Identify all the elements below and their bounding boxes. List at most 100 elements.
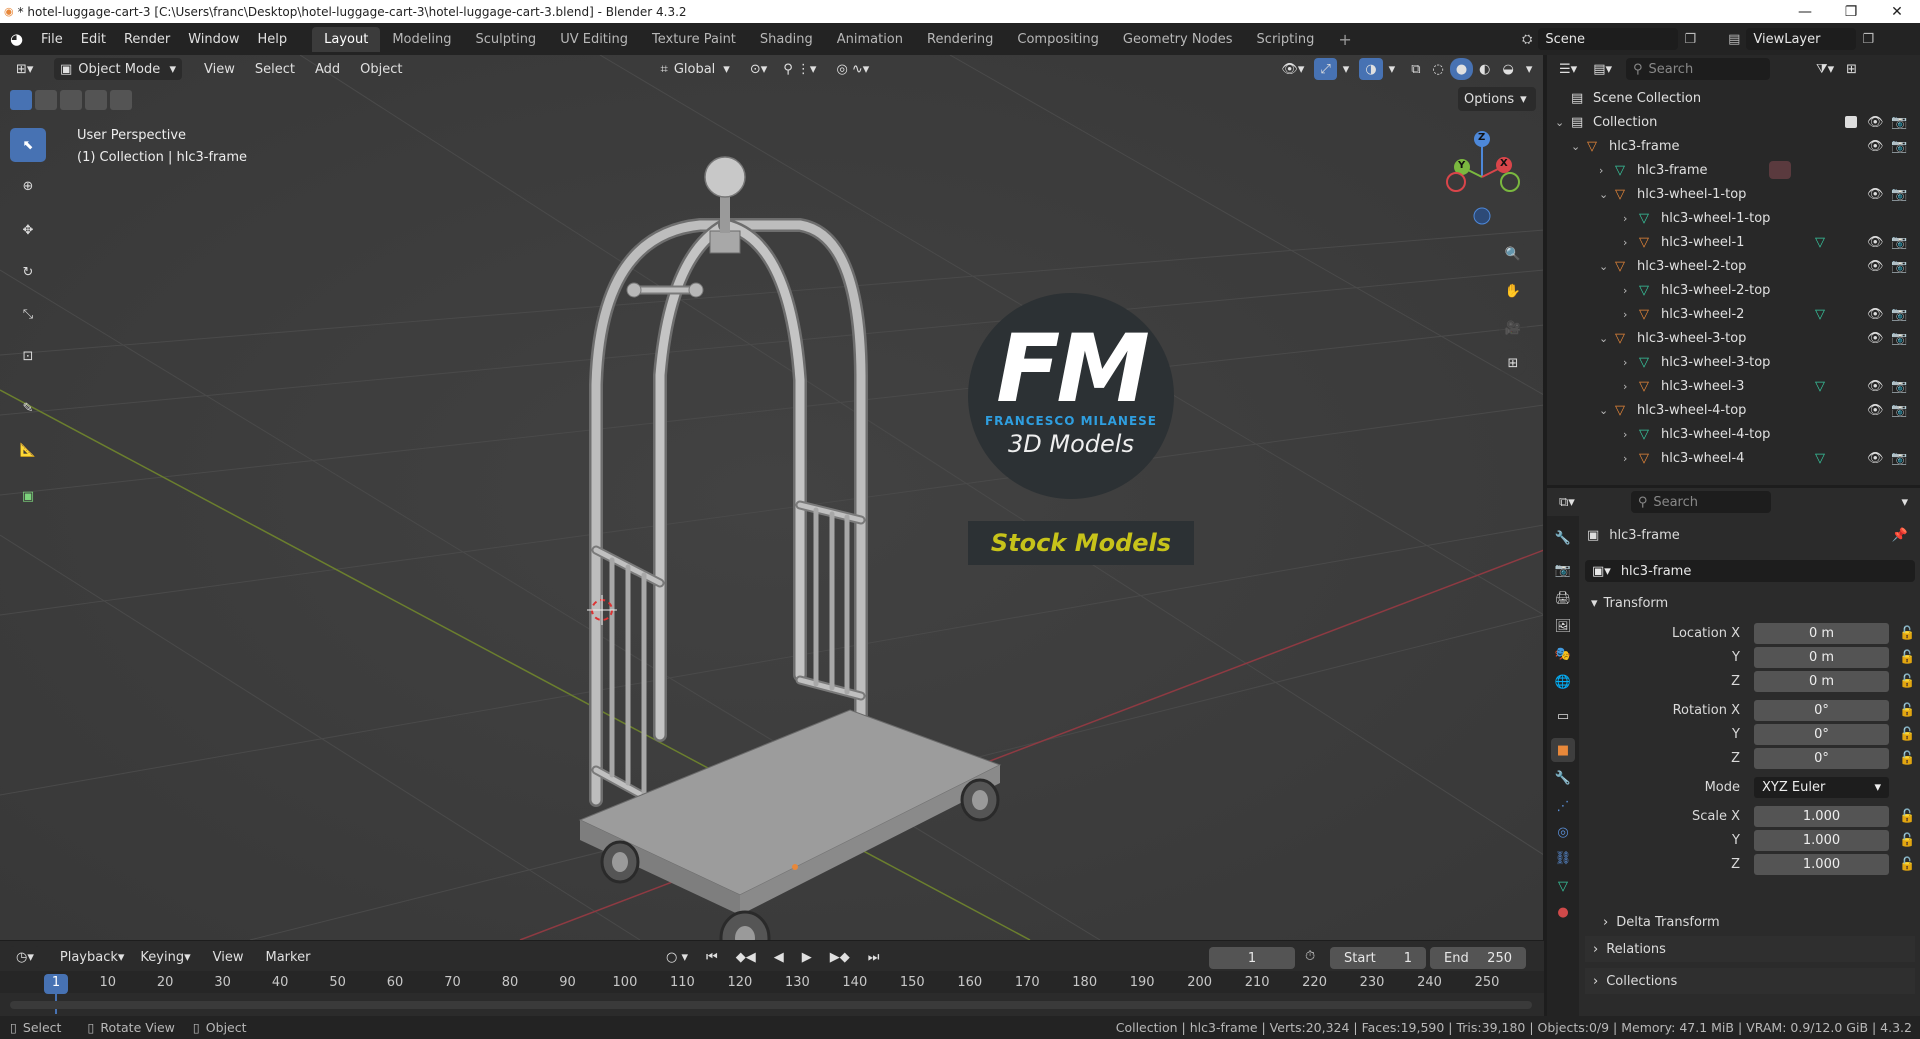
object-mode-dropdown[interactable]: ▣ Object Mode ▾ — [54, 58, 182, 80]
exclude-checkbox[interactable] — [1845, 116, 1857, 128]
tab-geometry-nodes[interactable]: Geometry Nodes — [1111, 27, 1245, 52]
tool-tab-icon[interactable]: 🔧 — [1551, 526, 1575, 550]
location-x-field[interactable]: 0 m — [1754, 622, 1889, 644]
render-camera-icon[interactable]: 📷 — [1891, 139, 1907, 154]
display-mode-icon[interactable]: ▤▾ — [1587, 58, 1618, 80]
properties-search-input[interactable]: ⚲ Search — [1630, 491, 1771, 513]
outliner-row[interactable]: ▤ Scene Collection — [1547, 86, 1920, 110]
scene-field[interactable]: Scene — [1538, 28, 1679, 50]
properties-options-icon[interactable]: ▾ — [1895, 491, 1914, 513]
render-camera-icon[interactable]: 📷 — [1891, 307, 1907, 322]
render-camera-icon[interactable]: 📷 — [1891, 331, 1907, 346]
minimize-button[interactable]: — — [1782, 0, 1828, 23]
menu-window[interactable]: Window — [179, 32, 248, 47]
outliner-row[interactable]: ⌄ ▤ Collection 👁 📷 — [1547, 110, 1920, 134]
view-layer-icon[interactable]: ▤ — [1728, 32, 1740, 47]
overlays-dropdown-icon[interactable]: ▾ — [1383, 58, 1402, 80]
view-layer-field[interactable]: ViewLayer — [1746, 28, 1857, 50]
lock-rotation-z-icon[interactable]: 🔓 — [1899, 751, 1915, 766]
timeline-editor[interactable]: ◷▾ Playback ▾ Keying ▾ View Marker ○ ▾ ⏮… — [0, 940, 1544, 1016]
scale-z-field[interactable]: 1.000 — [1754, 853, 1889, 875]
play-reverse-icon[interactable]: ◀ — [768, 946, 790, 968]
outliner-row[interactable]: › ▽ hlc3-wheel-2 👁 📷 ▽ — [1547, 302, 1920, 326]
zoom-view-icon[interactable]: 🔍 — [1499, 240, 1527, 268]
scale-x-field[interactable]: 1.000 — [1754, 805, 1889, 827]
expand-arrow-icon[interactable]: › — [1623, 380, 1627, 393]
select-new-icon[interactable] — [10, 90, 32, 110]
measure-tool-icon[interactable]: 📐 — [10, 433, 46, 467]
transform-orientation-dropdown[interactable]: ⌗ Global ▾ — [654, 58, 735, 80]
luggage-cart-model[interactable] — [560, 115, 1030, 940]
expand-arrow-icon[interactable]: › — [1623, 308, 1627, 321]
collapse-arrow-icon[interactable]: ⌄ — [1599, 188, 1608, 201]
outliner-row[interactable]: ⌄ ▽ hlc3-wheel-4-top 👁 📷 — [1547, 398, 1920, 422]
object-datablock-field[interactable]: ▣▾ hlc3-frame — [1585, 560, 1915, 582]
properties-panel[interactable]: ⧉▾ ⚲ Search ▾ 🔧 📷 🖨 🖼 🎭 🌐 ▭ ■ 🔧 ⋰ ◎ ⛓ ▽ ●… — [1547, 485, 1920, 1019]
menu-edit[interactable]: Edit — [72, 32, 115, 47]
next-keyframe-icon[interactable]: ▶◆ — [824, 946, 856, 968]
end-frame-field[interactable]: End 250 — [1430, 947, 1526, 969]
shading-material-icon[interactable]: ◐ — [1473, 58, 1496, 80]
particles-tab-icon[interactable]: ⋰ — [1551, 794, 1575, 818]
outliner-editor-type-icon[interactable]: ☰▾ — [1553, 58, 1583, 80]
outliner-row[interactable]: › ▽ hlc3-frame — [1547, 158, 1920, 182]
visibility-eye-icon[interactable]: 👁 — [1867, 331, 1884, 346]
shading-dropdown-icon[interactable]: ▾ — [1520, 58, 1539, 80]
expand-arrow-icon[interactable]: › — [1623, 212, 1627, 225]
overlays-toggle-icon[interactable]: ◑ — [1359, 58, 1383, 80]
rotation-x-field[interactable]: 0° — [1754, 699, 1889, 721]
visibility-eye-icon[interactable]: 👁 — [1867, 403, 1884, 418]
collapse-arrow-icon[interactable]: ⌄ — [1599, 332, 1608, 345]
output-tab-icon[interactable]: 🖨 — [1551, 586, 1575, 610]
outliner-row[interactable]: › ▽ hlc3-wheel-1-top — [1547, 206, 1920, 230]
play-icon[interactable]: ▶ — [796, 946, 818, 968]
view-layer-copy-icon[interactable]: ❐ — [1862, 32, 1874, 47]
visibility-eye-icon[interactable]: 👁 — [1867, 379, 1884, 394]
lock-location-y-icon[interactable]: 🔓 — [1899, 650, 1915, 665]
annotate-tool-icon[interactable]: ✎ — [10, 391, 46, 425]
physics-tab-icon[interactable]: ◎ — [1551, 820, 1575, 844]
expand-arrow-icon[interactable]: › — [1623, 284, 1627, 297]
expand-arrow-icon[interactable]: › — [1623, 236, 1627, 249]
prev-keyframe-icon[interactable]: ◆◀ — [730, 946, 762, 968]
options-dropdown[interactable]: Options ▾ — [1458, 87, 1536, 111]
tab-rendering[interactable]: Rendering — [915, 27, 1005, 52]
modifier-tab-icon[interactable]: 🔧 — [1551, 766, 1575, 790]
close-window-button[interactable]: ✕ — [1874, 0, 1920, 23]
expand-arrow-icon[interactable]: › — [1623, 452, 1627, 465]
tab-texture-paint[interactable]: Texture Paint — [640, 27, 748, 52]
menu-timeline-view[interactable]: View — [207, 946, 250, 968]
current-frame-field[interactable]: 1 — [1209, 947, 1295, 969]
tab-modeling[interactable]: Modeling — [380, 27, 463, 52]
menu-object[interactable]: Object — [354, 58, 408, 80]
timeline-editor-type-icon[interactable]: ◷▾ — [10, 946, 40, 968]
scene-copy-icon[interactable]: ❐ — [1684, 32, 1696, 47]
visibility-eye-icon[interactable]: 👁 — [1867, 259, 1884, 274]
transform-tool-icon[interactable]: ⊡ — [10, 339, 46, 373]
rotate-tool-icon[interactable]: ↻ — [10, 255, 46, 289]
visibility-eye-icon[interactable]: 👁 — [1867, 139, 1884, 154]
outliner-search-input[interactable]: ⚲ Search — [1626, 58, 1770, 80]
gizmo-dropdown-icon[interactable]: ▾ — [1337, 58, 1356, 80]
outliner-row[interactable]: › ▽ hlc3-wheel-4 👁 📷 ▽ — [1547, 446, 1920, 470]
menu-keying[interactable]: Keying ▾ — [134, 946, 196, 968]
outliner-row[interactable]: › ▽ hlc3-wheel-3-top — [1547, 350, 1920, 374]
render-tab-icon[interactable]: 📷 — [1551, 558, 1575, 582]
cursor-tool-icon[interactable]: ⊕ — [10, 169, 46, 203]
lock-location-z-icon[interactable]: 🔓 — [1899, 674, 1915, 689]
lock-location-x-icon[interactable]: 🔓 — [1899, 626, 1915, 641]
jump-start-icon[interactable]: ⏮ — [700, 946, 724, 968]
select-box-tool-icon[interactable]: ⬉ — [10, 128, 46, 162]
outliner-row[interactable]: › ▽ hlc3-wheel-2-top — [1547, 278, 1920, 302]
collapse-arrow-icon[interactable]: ⌄ — [1599, 404, 1608, 417]
shading-solid-icon[interactable]: ● — [1449, 58, 1474, 80]
proportional-edit-icon[interactable]: ◎ ∿▾ — [830, 58, 875, 80]
lock-scale-y-icon[interactable]: 🔓 — [1899, 833, 1915, 848]
collapse-arrow-icon[interactable]: ⌄ — [1555, 116, 1564, 129]
render-camera-icon[interactable]: 📷 — [1891, 187, 1907, 202]
tab-shading[interactable]: Shading — [748, 27, 825, 52]
menu-help[interactable]: Help — [249, 32, 297, 47]
visibility-eye-icon[interactable]: 👁 — [1867, 235, 1884, 250]
gizmo-toggle-icon[interactable]: ⤢ — [1314, 58, 1337, 80]
tab-uv-editing[interactable]: UV Editing — [548, 27, 640, 52]
